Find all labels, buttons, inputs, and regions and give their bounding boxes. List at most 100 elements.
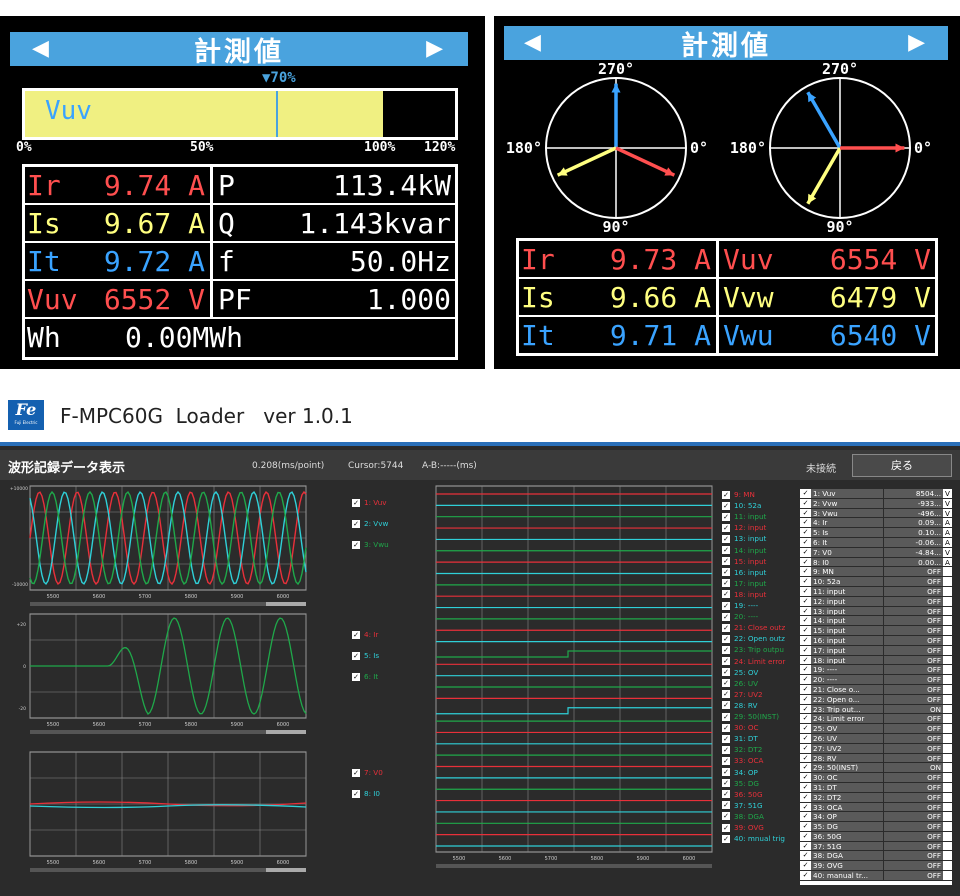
- checkbox-icon[interactable]: ✓: [722, 601, 730, 610]
- checkbox-icon[interactable]: ✓: [722, 490, 730, 499]
- table-row[interactable]: ✓ 4: Ir 0.09... A: [800, 518, 952, 529]
- checkbox-icon[interactable]: ✓: [800, 518, 811, 528]
- checkbox-icon[interactable]: ✓: [800, 665, 811, 675]
- table-row[interactable]: ✓ 11: input OFF: [800, 586, 952, 597]
- checkbox-icon[interactable]: ✓: [722, 812, 730, 821]
- table-row[interactable]: ✓ 32: DT2 OFF: [800, 792, 952, 803]
- table-row[interactable]: ✓ 37: 51G OFF: [800, 841, 952, 852]
- checkbox-icon[interactable]: ✓: [800, 792, 811, 802]
- checkbox-icon[interactable]: ✓: [800, 528, 811, 537]
- channel-toggle[interactable]: ✓ 28: RV: [722, 701, 757, 710]
- table-row[interactable]: ✓ 8: I0 0.00... A: [800, 557, 952, 568]
- table-row[interactable]: ✓ 29: 50(INST) ON: [800, 763, 952, 774]
- channel-toggle[interactable]: ✓ 19: ----: [722, 601, 758, 610]
- channel-toggle[interactable]: ✓ 32: DT2: [722, 745, 762, 754]
- checkbox-icon[interactable]: ✓: [800, 714, 811, 724]
- table-row[interactable]: ✓ 24: Limit error OFF: [800, 714, 952, 725]
- channel-toggle[interactable]: ✓ 40: mnual trig: [722, 834, 785, 843]
- channel-toggle[interactable]: ✓ 21: Close outz: [722, 623, 785, 632]
- checkbox-icon[interactable]: ✓: [800, 596, 811, 606]
- checkbox-icon[interactable]: ✓: [800, 645, 811, 655]
- checkbox-icon[interactable]: ✓: [722, 590, 730, 599]
- table-row[interactable]: ✓ 23: Trip out... ON: [800, 704, 952, 715]
- scrollbar[interactable]: [30, 868, 306, 872]
- checkbox-icon[interactable]: ✓: [800, 763, 811, 773]
- table-row[interactable]: ✓ 19: ---- OFF: [800, 665, 952, 676]
- checkbox-icon[interactable]: ✓: [800, 586, 811, 596]
- channel-toggle[interactable]: ✓ 36: 50G: [722, 790, 763, 799]
- scrollbar-thumb[interactable]: [266, 602, 306, 606]
- channel-toggle[interactable]: ✓ 9: MN: [722, 490, 755, 499]
- table-row[interactable]: ✓ 30: OC OFF: [800, 773, 952, 783]
- checkbox-icon[interactable]: ✓: [352, 768, 360, 777]
- checkbox-icon[interactable]: ✓: [722, 834, 730, 843]
- table-row[interactable]: ✓ 9: MN OFF: [800, 567, 952, 578]
- table-row[interactable]: ✓ 1: Vuv 8504... V: [800, 489, 952, 499]
- scrollbar-thumb[interactable]: [266, 868, 306, 872]
- channel-toggle[interactable]: ✓ 10: 52a: [722, 501, 761, 510]
- checkbox-icon[interactable]: ✓: [800, 616, 811, 626]
- next-arrow-icon[interactable]: ▶: [426, 34, 446, 64]
- table-row[interactable]: ✓ 21: Close o... OFF: [800, 684, 952, 695]
- checkbox-icon[interactable]: ✓: [800, 724, 811, 733]
- channel-toggle[interactable]: ✓ 33: OCA: [722, 756, 763, 765]
- checkbox-icon[interactable]: ✓: [722, 779, 730, 788]
- channel-toggle[interactable]: ✓ 37: 51G: [722, 801, 763, 810]
- series-toggle[interactable]: ✓ 3: Vwu: [352, 540, 389, 549]
- checkbox-icon[interactable]: ✓: [800, 684, 811, 694]
- channel-toggle[interactable]: ✓ 15: input: [722, 557, 766, 566]
- checkbox-icon[interactable]: ✓: [722, 523, 730, 532]
- checkbox-icon[interactable]: ✓: [800, 606, 811, 616]
- checkbox-icon[interactable]: ✓: [800, 577, 811, 586]
- series-toggle[interactable]: ✓ 6: It: [352, 672, 378, 681]
- checkbox-icon[interactable]: ✓: [722, 501, 730, 510]
- checkbox-icon[interactable]: ✓: [352, 519, 360, 528]
- channel-toggle[interactable]: ✓ 23: Trip outpu: [722, 645, 784, 654]
- table-row[interactable]: ✓ 6: It -0.06... A: [800, 537, 952, 548]
- scrollbar[interactable]: [30, 602, 306, 606]
- channel-toggle[interactable]: ✓ 17: input: [722, 579, 766, 588]
- checkbox-icon[interactable]: ✓: [800, 675, 811, 684]
- table-row[interactable]: ✓ 7: V0 -4.84... V: [800, 547, 952, 558]
- checkbox-icon[interactable]: ✓: [800, 537, 811, 547]
- checkbox-icon[interactable]: ✓: [800, 547, 811, 557]
- table-row[interactable]: ✓ 40: manual tr... OFF: [800, 871, 952, 881]
- checkbox-icon[interactable]: ✓: [800, 822, 811, 831]
- checkbox-icon[interactable]: ✓: [800, 626, 811, 635]
- checkbox-icon[interactable]: ✓: [352, 672, 360, 681]
- checkbox-icon[interactable]: ✓: [722, 534, 730, 543]
- checkbox-icon[interactable]: ✓: [352, 651, 360, 660]
- channel-toggle[interactable]: ✓ 27: UV2: [722, 690, 763, 699]
- table-row[interactable]: ✓ 38: DGA OFF: [800, 851, 952, 862]
- channel-toggle[interactable]: ✓ 38: DGA: [722, 812, 764, 821]
- checkbox-icon[interactable]: ✓: [800, 871, 811, 880]
- table-row[interactable]: ✓ 20: ---- OFF: [800, 675, 952, 685]
- table-row[interactable]: ✓ 36: 50G OFF: [800, 831, 952, 842]
- checkbox-icon[interactable]: ✓: [800, 743, 811, 753]
- table-row[interactable]: ✓ 3: Vwu -496... V: [800, 508, 952, 519]
- table-row[interactable]: ✓ 22: Open o... OFF: [800, 694, 952, 705]
- checkbox-icon[interactable]: ✓: [722, 690, 730, 699]
- channel-toggle[interactable]: ✓ 30: OC: [722, 723, 759, 732]
- checkbox-icon[interactable]: ✓: [722, 557, 730, 566]
- checkbox-icon[interactable]: ✓: [722, 634, 730, 643]
- table-row[interactable]: ✓ 18: input OFF: [800, 655, 952, 666]
- table-row[interactable]: ✓ 27: UV2 OFF: [800, 743, 952, 754]
- checkbox-icon[interactable]: ✓: [722, 756, 730, 765]
- channel-toggle[interactable]: ✓ 18: input: [722, 590, 766, 599]
- table-row[interactable]: ✓ 14: input OFF: [800, 616, 952, 627]
- checkbox-icon[interactable]: ✓: [800, 861, 811, 871]
- scrollbar[interactable]: [30, 730, 306, 734]
- checkbox-icon[interactable]: ✓: [722, 512, 730, 521]
- table-row[interactable]: ✓ 12: input OFF: [800, 596, 952, 607]
- channel-toggle[interactable]: ✓ 24: Limit error: [722, 657, 785, 666]
- checkbox-icon[interactable]: ✓: [800, 782, 811, 792]
- checkbox-icon[interactable]: ✓: [722, 768, 730, 776]
- series-toggle[interactable]: ✓ 4: Ir: [352, 630, 378, 639]
- checkbox-icon[interactable]: ✓: [722, 645, 730, 654]
- checkbox-icon[interactable]: ✓: [352, 498, 360, 507]
- checkbox-icon[interactable]: ✓: [800, 704, 811, 714]
- channel-toggle[interactable]: ✓ 12: input: [722, 523, 766, 532]
- checkbox-icon[interactable]: ✓: [722, 579, 730, 588]
- checkbox-icon[interactable]: ✓: [722, 657, 730, 665]
